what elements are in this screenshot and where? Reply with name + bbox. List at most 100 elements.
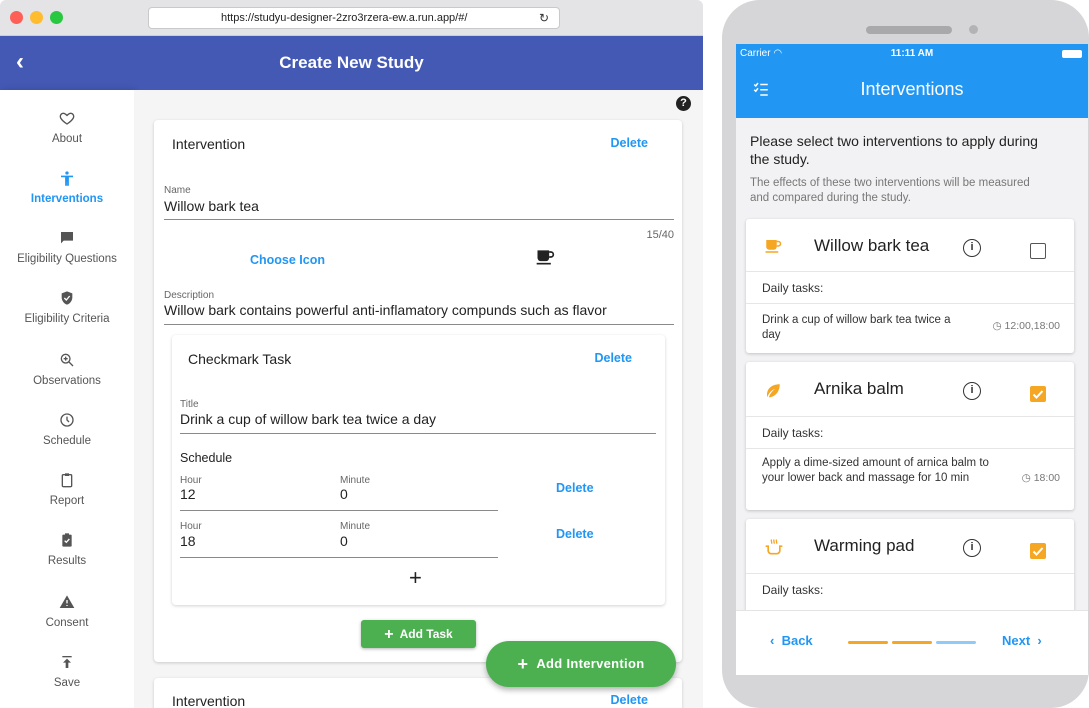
sidebar-item-label: Consent xyxy=(45,617,89,629)
schedule-heading: Schedule xyxy=(180,451,233,465)
leaf-icon xyxy=(764,382,782,405)
plus-icon: + xyxy=(517,654,529,674)
accessibility-icon xyxy=(61,171,73,186)
progress-segment-done xyxy=(848,641,888,644)
intervention-option-card[interactable]: Arnika balm i Daily tasks: Apply a dime-… xyxy=(746,362,1074,510)
delete-intervention-button[interactable]: Delete xyxy=(610,693,648,707)
select-checkbox[interactable] xyxy=(1030,243,1046,259)
phone-page-title: Interventions xyxy=(860,79,964,99)
chevron-right-icon: › xyxy=(1037,633,1042,648)
hot-tub-icon xyxy=(764,537,784,562)
heart-icon xyxy=(59,112,75,125)
daily-tasks-label: Daily tasks: xyxy=(762,583,824,597)
select-checkbox[interactable] xyxy=(1030,543,1046,559)
chat-icon xyxy=(61,232,73,244)
sidebar-item-label: Interventions xyxy=(30,193,104,205)
task-card-title: Checkmark Task xyxy=(188,351,292,367)
char-counter: 15/40 xyxy=(646,229,674,241)
divider xyxy=(746,416,1074,417)
sidebar-item-report[interactable]: Report xyxy=(0,472,134,528)
reload-icon[interactable]: ↻ xyxy=(539,8,549,28)
description-field[interactable]: Willow bark contains powerful anti-infla… xyxy=(164,302,676,318)
clipboard-icon xyxy=(61,473,73,488)
divider xyxy=(746,303,1074,304)
add-task-label: Add Task xyxy=(399,627,453,641)
info-icon[interactable]: i xyxy=(963,382,981,400)
name-field[interactable]: Willow bark tea xyxy=(164,198,259,214)
delete-schedule-row-button[interactable]: Delete xyxy=(556,527,594,541)
minute-label: Minute xyxy=(340,521,371,532)
back-button[interactable]: ‹ Back xyxy=(770,633,813,648)
daily-tasks-label: Daily tasks: xyxy=(762,426,824,440)
sidebar-item-eligibility-questions[interactable]: Eligibility Questions xyxy=(0,230,134,286)
name-field-label: Name xyxy=(164,185,191,196)
phone-bottom-nav: ‹ Back Next › xyxy=(736,610,1088,675)
sidebar-item-interventions[interactable]: Interventions xyxy=(0,170,134,226)
chevron-left-icon: ‹ xyxy=(770,633,775,648)
task-description: Apply a dime-sized amount of arnica balm… xyxy=(762,457,989,484)
clock-icon: ◷ xyxy=(1021,472,1031,484)
help-icon[interactable]: ? xyxy=(676,96,691,111)
intervention-name: Arnika balm xyxy=(814,379,904,398)
sidebar-item-save[interactable]: Save xyxy=(0,654,134,708)
card-title: Intervention xyxy=(172,693,246,708)
select-checkbox[interactable] xyxy=(1030,386,1046,402)
add-intervention-label: Add Intervention xyxy=(536,656,645,671)
designer-browser-window: https://studyu-designer-2zro3rzera-ew.a.… xyxy=(0,0,703,708)
phone-speaker xyxy=(866,26,952,34)
intro-text: Please select two interventions to apply… xyxy=(750,133,1038,167)
sidebar-item-label: About xyxy=(51,133,83,145)
hour-field[interactable]: 18 xyxy=(180,533,196,549)
task-title-field[interactable]: Drink a cup of willow bark tea twice a d… xyxy=(180,411,436,427)
battery-icon xyxy=(1062,50,1082,58)
sidebar-item-results[interactable]: Results xyxy=(0,532,134,588)
task-title-underline xyxy=(180,433,656,434)
clipboard-check-icon xyxy=(62,533,72,547)
minute-field[interactable]: 0 xyxy=(340,533,348,549)
sidebar-item-consent[interactable]: Consent xyxy=(0,594,134,650)
sidebar-item-about[interactable]: About xyxy=(0,110,134,166)
phone-body: Please select two interventions to apply… xyxy=(736,118,1088,610)
description-field-underline xyxy=(164,324,674,325)
delete-intervention-button[interactable]: Delete xyxy=(610,136,648,150)
intro-subtext: The effects of these two interventions w… xyxy=(750,177,1030,204)
delete-schedule-row-button[interactable]: Delete xyxy=(556,481,594,495)
minimize-window-button[interactable] xyxy=(30,11,43,24)
coffee-cup-icon xyxy=(535,247,555,272)
plus-icon: + xyxy=(384,626,394,643)
intervention-name: Warming pad xyxy=(814,536,915,555)
info-icon[interactable]: i xyxy=(963,539,981,557)
hour-label: Hour xyxy=(180,475,202,486)
minute-field[interactable]: 0 xyxy=(340,486,348,502)
sidebar-item-schedule[interactable]: Schedule xyxy=(0,412,134,468)
intervention-name: Willow bark tea xyxy=(814,236,930,255)
browser-toolbar: https://studyu-designer-2zro3rzera-ew.a.… xyxy=(0,0,703,36)
delete-task-button[interactable]: Delete xyxy=(594,351,632,365)
hour-field[interactable]: 12 xyxy=(180,486,196,502)
clock-time: 11:11 AM xyxy=(890,48,934,59)
sidebar-item-observations[interactable]: Observations xyxy=(0,352,134,408)
warning-icon xyxy=(59,595,75,608)
intervention-option-card[interactable]: Willow bark tea i Daily tasks: Drink a c… xyxy=(746,219,1074,353)
divider xyxy=(746,271,1074,272)
task-description: Drink a cup of willow bark tea twice a d… xyxy=(762,314,951,341)
maximize-window-button[interactable] xyxy=(50,11,63,24)
sidebar-item-label: Observations xyxy=(33,375,101,387)
info-icon[interactable]: i xyxy=(963,239,981,257)
close-window-button[interactable] xyxy=(10,11,23,24)
sidebar-item-label: Results xyxy=(47,555,87,567)
add-intervention-fab[interactable]: + Add Intervention xyxy=(486,641,676,687)
divider xyxy=(746,448,1074,449)
add-task-button[interactable]: + Add Task xyxy=(361,620,476,648)
sidebar-item-eligibility-criteria[interactable]: Eligibility Criteria xyxy=(0,290,134,346)
next-button[interactable]: Next › xyxy=(1002,633,1042,648)
daily-tasks-label: Daily tasks: xyxy=(762,281,824,295)
task-time: ◷ 18:00 xyxy=(1021,472,1060,484)
task-title-label: Title xyxy=(180,399,199,410)
add-schedule-row-button[interactable]: + xyxy=(409,565,422,591)
intervention-option-card[interactable]: Warming pad i Daily tasks: xyxy=(746,519,1074,610)
address-bar[interactable]: https://studyu-designer-2zro3rzera-ew.a.… xyxy=(148,7,560,29)
choose-icon-button[interactable]: Choose Icon xyxy=(250,253,325,267)
task-time: ◷ 12:00,18:00 xyxy=(992,320,1060,332)
schedule-row-underline xyxy=(180,510,498,511)
